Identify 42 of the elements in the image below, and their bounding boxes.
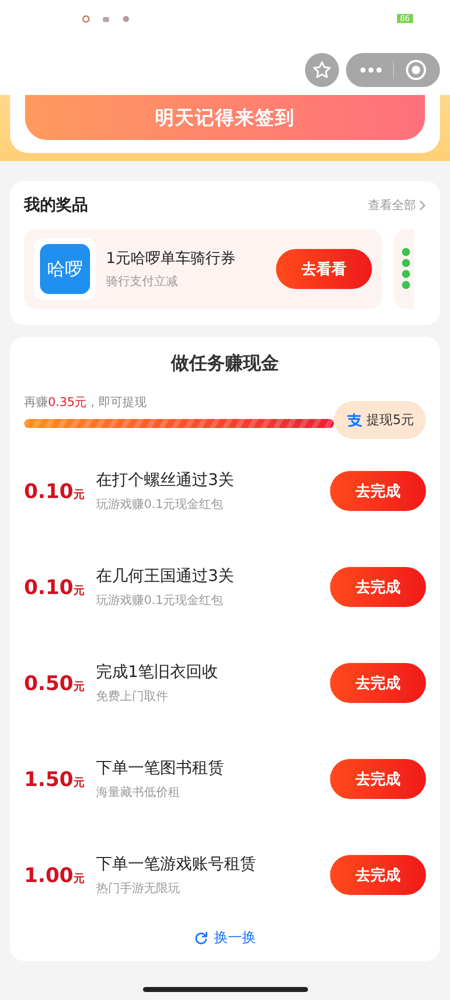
reward-amount: 0.50元 [24, 671, 86, 695]
task-title: 完成1笔旧衣回收 [96, 662, 220, 682]
favorite-button[interactable] [305, 53, 339, 87]
star-icon [312, 60, 332, 80]
view-button[interactable]: 去看看 [276, 249, 372, 289]
battery-level: 86 [396, 14, 413, 23]
reward-amount: 0.10元 [24, 575, 86, 599]
brand-logo-icon [400, 247, 410, 291]
refresh-button[interactable]: 换一换 [188, 923, 262, 953]
notification-icon [122, 14, 130, 22]
complete-button[interactable]: 去完成 [330, 471, 426, 511]
prize-title: 1元哈啰单车骑行券 [106, 248, 237, 268]
brand-logo: 哈啰 [40, 244, 90, 294]
task-subtitle: 玩游戏赚0.1元现金红包 [96, 496, 224, 512]
task-subtitle: 热门手游无限玩 [96, 880, 181, 896]
withdraw-button[interactable]: 提现5元 [334, 401, 426, 439]
task-subtitle: 玩游戏赚0.1元现金红包 [96, 592, 224, 608]
task-title: 下单一笔图书租赁 [96, 758, 225, 778]
complete-button[interactable]: 去完成 [330, 855, 426, 895]
section-title: 做任务赚现金 [170, 352, 280, 375]
complete-button[interactable]: 去完成 [330, 567, 426, 607]
task-subtitle: 免费上门取件 [96, 688, 169, 704]
notification-icon [82, 14, 90, 22]
complete-button[interactable]: 去完成 [330, 663, 426, 703]
prize-subtitle: 骑行支付立减 [106, 272, 179, 290]
progress-text: 再赚0.35元，即可提现 [24, 395, 147, 409]
task-title: 在几何王国通过3关 [96, 566, 236, 586]
complete-button[interactable]: 去完成 [330, 759, 426, 799]
reward-amount: 1.50元 [24, 767, 86, 791]
task-title: 在打个螺丝通过3关 [96, 470, 236, 490]
section-title: 我的奖品 [24, 195, 88, 216]
task-subtitle: 海量藏书低价租 [96, 784, 181, 800]
checkin-button[interactable]: 明天记得来签到 [25, 95, 425, 140]
refresh-icon [194, 931, 208, 945]
notification-icon [102, 14, 110, 22]
view-all-link[interactable]: 查看全部 [368, 197, 426, 214]
task-title: 下单一笔游戏账号租赁 [96, 854, 257, 874]
more-icon[interactable] [360, 67, 382, 73]
payment-logo-icon [346, 413, 362, 427]
chevron-right-icon [419, 200, 426, 211]
reward-amount: 0.10元 [24, 479, 86, 503]
reward-amount: 1.00元 [24, 863, 86, 887]
